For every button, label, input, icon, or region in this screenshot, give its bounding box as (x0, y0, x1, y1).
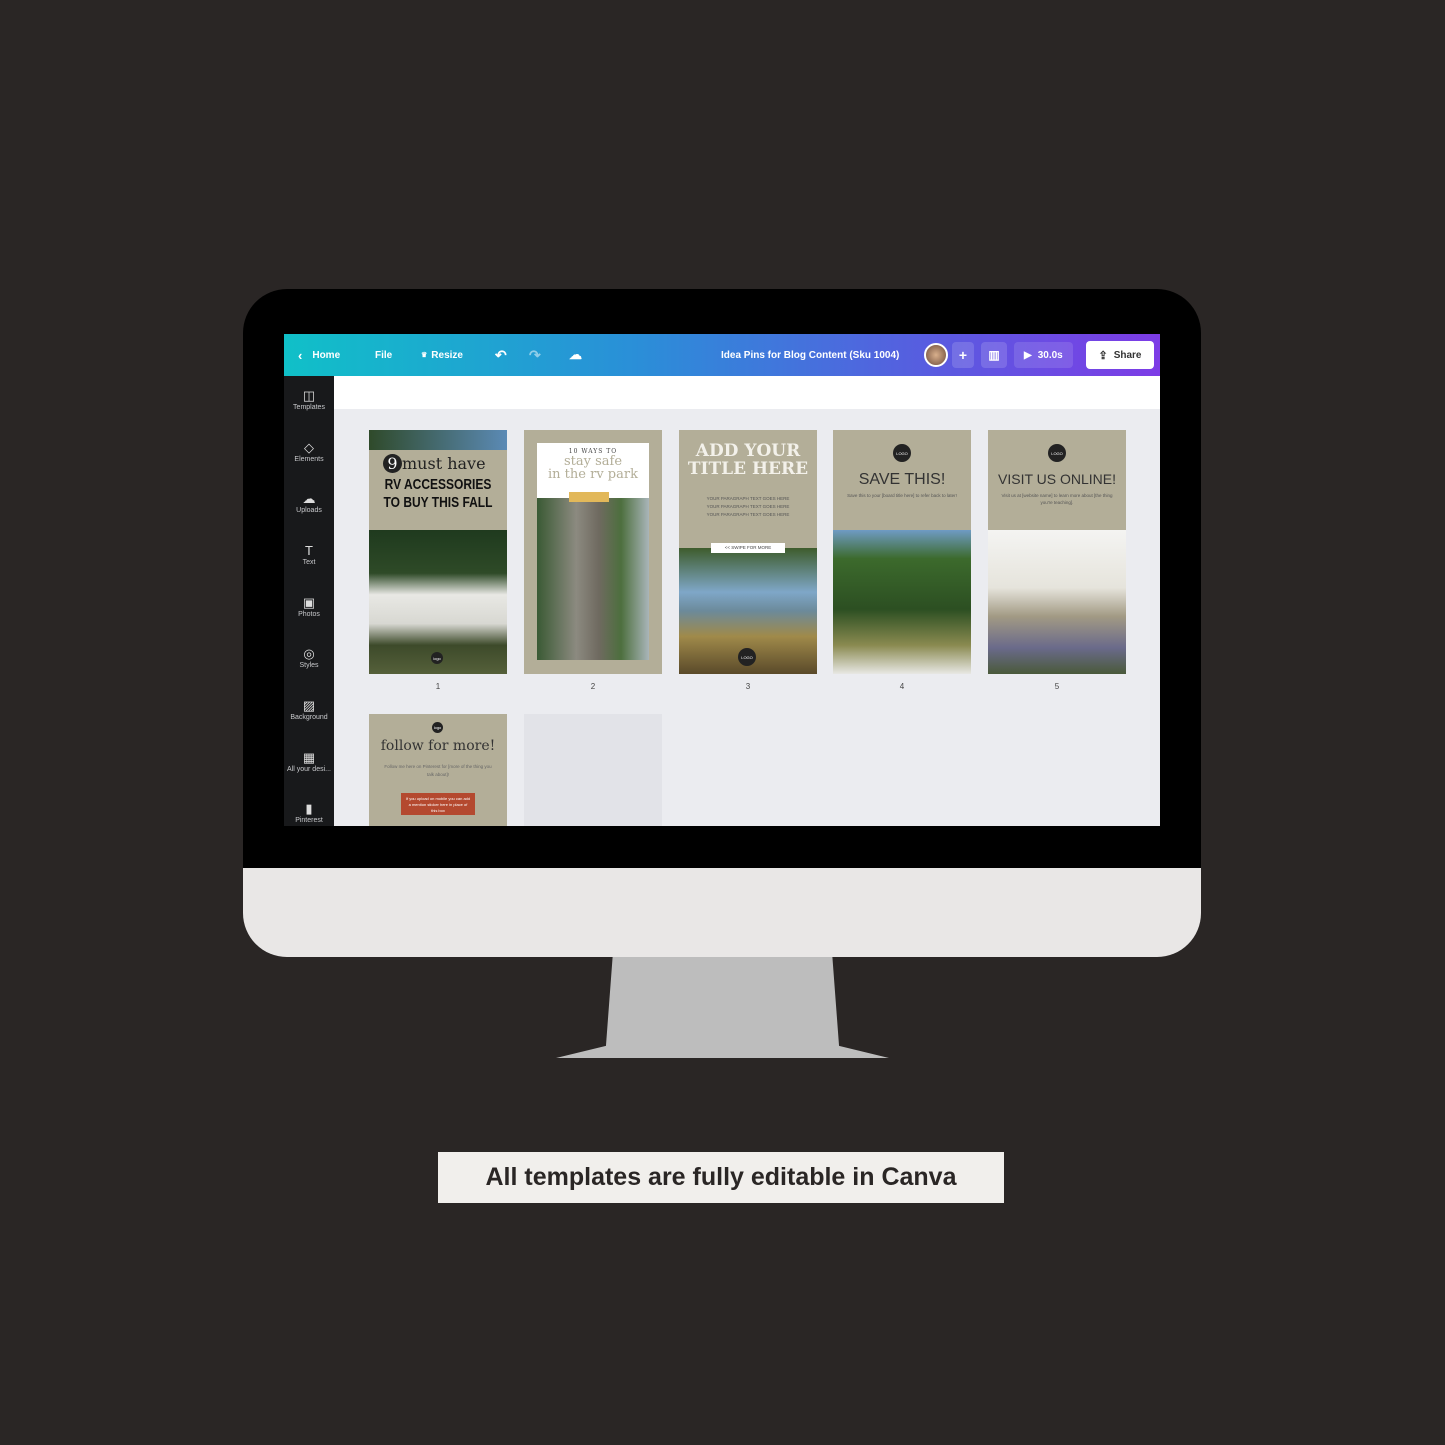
sidebar-label: Elements (294, 456, 324, 463)
crown-icon: ♛ (421, 352, 428, 359)
cloud-saved-icon[interactable]: ☁ (569, 334, 582, 376)
sidebar-label: Pinterest (295, 817, 323, 824)
page1-subtitle2: TO BUY THIS FALL (383, 494, 493, 511)
canva-editor: ‹ Home File ♛ Resize ↶ ↷ ☁ Idea Pins for B… (284, 334, 1160, 826)
page-thumbnail-6[interactable]: logo follow for more! Follow me here on … (369, 714, 507, 826)
home-label: Home (312, 349, 341, 361)
home-button[interactable]: ‹ Home (298, 334, 340, 376)
para-line: YOUR PARAGRAPH TEXT GOES HERE (706, 504, 790, 509)
logo-badge: logo (432, 722, 443, 733)
sidebar-item-pinterest[interactable]: ▮ Pinterest (284, 801, 334, 824)
resize-button[interactable]: ♛ Resize (421, 334, 463, 376)
insights-icon[interactable]: ▥ (981, 342, 1007, 368)
page6-body: Follow me here on Pinterest for [more of… (384, 764, 492, 777)
paragraph: YOUR PARAGRAPH TEXT GOES HERE YOUR PARAGR… (679, 495, 817, 519)
pinterest-folder-icon: ▮ (305, 801, 313, 816)
tape-decoration (569, 492, 609, 502)
page1-subtitle: RV ACCESSORIES (384, 476, 492, 493)
play-time: 30.0s (1037, 349, 1063, 361)
canvas-header (334, 376, 1160, 409)
sidebar-label: Uploads (296, 507, 322, 514)
text-icon: T (305, 543, 313, 558)
avatar[interactable] (924, 343, 948, 367)
number-badge: 9 (383, 454, 402, 473)
mention-box: If you upload on mobile you can add a me… (401, 793, 475, 815)
title-text: must have (402, 454, 486, 473)
sidebar-item-styles[interactable]: ◎ Styles (284, 646, 334, 669)
para-line: YOUR PARAGRAPH TEXT GOES HERE (706, 496, 790, 501)
add-collaborator-icon[interactable]: + (952, 342, 974, 368)
left-sidebar: ◫ Templates ◇ Elements ☁ Uploads T Text ▣ Pho… (284, 376, 334, 826)
sidebar-label: Styles (299, 662, 319, 669)
sidebar-label: Text (302, 559, 316, 566)
play-icon: ▶ (1024, 349, 1032, 361)
photo-hammock (537, 498, 649, 660)
page-number: 1 (435, 682, 441, 691)
share-icon: ⇪ (1098, 349, 1108, 362)
design-title[interactable]: Idea Pins for Blog Content (Sku 1004) (721, 334, 899, 376)
page-number: 2 (590, 682, 596, 691)
page-thumbnail-empty[interactable] (524, 714, 662, 826)
caption-banner: All templates are fully editable in Canv… (438, 1152, 1004, 1203)
page-thumbnail-3[interactable]: ADD YOUR TITLE HERE YOUR PARAGRAPH TEXT G… (679, 430, 817, 674)
page3-title: ADD YOUR TITLE HERE (679, 442, 817, 478)
share-label: Share (1113, 349, 1142, 361)
sidebar-label: Templates (293, 404, 325, 411)
background-icon: ▨ (302, 698, 316, 713)
photo-forest (369, 430, 507, 450)
page-thumbnail-5[interactable]: LOGO VISIT US ONLINE! Visit us at [websi… (988, 430, 1126, 674)
page-number: 5 (1054, 682, 1060, 691)
logo-badge: logo (431, 652, 443, 664)
sidebar-item-uploads[interactable]: ☁ Uploads (284, 491, 334, 514)
sidebar-item-text[interactable]: T Text (284, 543, 334, 566)
sidebar-item-all-designs[interactable]: ▦ All your desi... (284, 750, 334, 773)
monitor-chin (243, 868, 1201, 957)
sidebar-item-elements[interactable]: ◇ Elements (284, 440, 334, 463)
title-text-2: in the rv park (548, 467, 638, 482)
page4-title: SAVE THIS! (858, 471, 946, 488)
page-thumbnail-1[interactable]: 9 must have RV ACCESSORIES TO BUY THIS FA… (369, 430, 507, 674)
undo-icon[interactable]: ↶ (495, 334, 507, 376)
title-card: 10 WAYS TO stay safe in the rv park (537, 443, 649, 498)
sidebar-label: Photos (298, 611, 320, 618)
templates-icon: ◫ (302, 388, 316, 403)
photo-icon: ▣ (302, 595, 316, 610)
page4-body: Save this to your [board title here] to … (847, 493, 957, 498)
page5-title: VISIT US ONLINE! (998, 471, 1116, 487)
title-line: TITLE HERE (687, 459, 809, 479)
page6-title: follow for more! (380, 738, 496, 754)
monitor-stand (556, 957, 889, 1058)
resize-label: Resize (431, 349, 463, 361)
page-number: 3 (745, 682, 751, 691)
page1-title: 9 must have (383, 454, 486, 473)
logo-badge: LOGO (738, 648, 756, 666)
upload-cloud-icon: ☁ (302, 491, 316, 506)
logo-badge: LOGO (893, 444, 911, 462)
title-line: ADD YOUR (695, 441, 801, 461)
present-button[interactable]: ▶ 30.0s (1014, 342, 1073, 368)
redo-icon[interactable]: ↷ (529, 334, 541, 376)
palette-icon: ◎ (303, 646, 315, 661)
sidebar-label: All your desi... (287, 766, 331, 773)
swipe-label: << SWIPE FOR MORE (711, 543, 785, 553)
grid-icon: ▦ (302, 750, 316, 765)
logo-badge: LOGO (1048, 444, 1066, 462)
sidebar-item-background[interactable]: ▨ Background (284, 698, 334, 721)
sidebar-item-templates[interactable]: ◫ Templates (284, 388, 334, 411)
share-button[interactable]: ⇪ Share (1086, 341, 1154, 369)
elements-icon: ◇ (304, 440, 314, 455)
photo-rv-wildflowers (988, 530, 1126, 674)
page-number: 4 (899, 682, 905, 691)
sidebar-label: Background (290, 714, 328, 721)
top-toolbar: ‹ Home File ♛ Resize ↶ ↷ ☁ Idea Pins for B… (284, 334, 1160, 376)
page-thumbnail-2[interactable]: 10 WAYS TO stay safe in the rv park (524, 430, 662, 674)
page5-body: Visit us at [website name] to learn more… (1001, 493, 1113, 505)
photo-mountain-campers (833, 530, 971, 674)
file-menu[interactable]: File (375, 334, 392, 376)
sidebar-item-photos[interactable]: ▣ Photos (284, 595, 334, 618)
page-thumbnail-4[interactable]: LOGO SAVE THIS! Save this to your [board… (833, 430, 971, 674)
chevron-left-icon: ‹ (298, 347, 303, 363)
para-line: YOUR PARAGRAPH TEXT GOES HERE (706, 512, 790, 517)
